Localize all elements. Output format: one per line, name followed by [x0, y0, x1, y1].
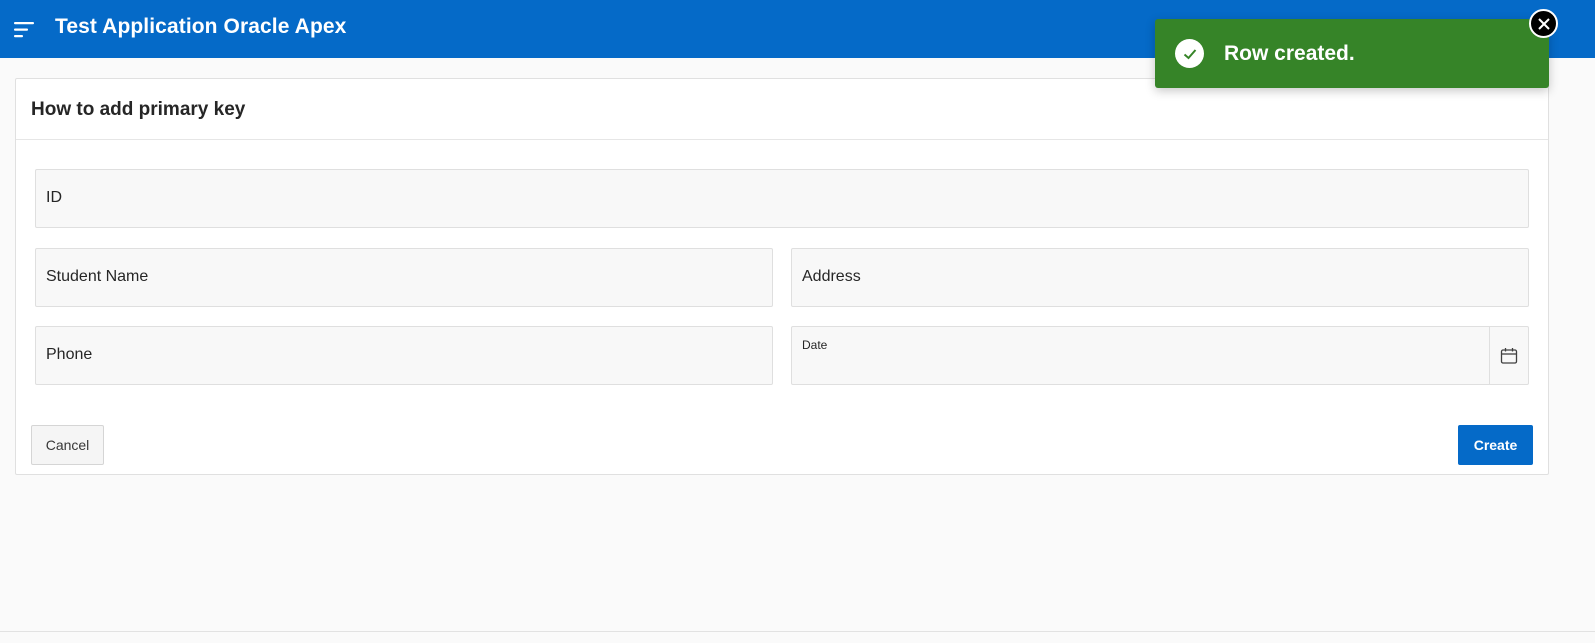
phone-field-label: Phone: [46, 346, 93, 363]
cancel-button[interactable]: Cancel: [31, 425, 104, 465]
check-circle-icon: [1175, 39, 1204, 68]
calendar-button[interactable]: [1489, 327, 1528, 384]
create-button[interactable]: Create: [1458, 425, 1533, 465]
address-field[interactable]: Address: [791, 248, 1529, 307]
student-name-field-label: Student Name: [46, 268, 149, 285]
app-title[interactable]: Test Application Oracle Apex: [55, 15, 346, 39]
form-region: How to add primary key ID Student Name A…: [15, 78, 1549, 475]
id-field-label: ID: [46, 189, 62, 206]
student-name-field[interactable]: Student Name: [35, 248, 773, 307]
id-field[interactable]: ID: [35, 169, 1529, 228]
hamburger-menu-icon[interactable]: [12, 17, 38, 43]
calendar-icon: [1500, 347, 1518, 364]
success-alert: Row created.: [1155, 19, 1549, 88]
close-icon[interactable]: [1529, 9, 1558, 38]
date-field-label: Date: [802, 338, 828, 352]
region-title: How to add primary key: [31, 99, 246, 120]
address-field-label: Address: [802, 268, 861, 285]
region-header: How to add primary key: [16, 79, 1548, 140]
page-bottom-divider: [0, 631, 1595, 632]
date-field[interactable]: Date: [791, 326, 1529, 385]
phone-field[interactable]: Phone: [35, 326, 773, 385]
alert-message: Row created.: [1224, 42, 1355, 65]
